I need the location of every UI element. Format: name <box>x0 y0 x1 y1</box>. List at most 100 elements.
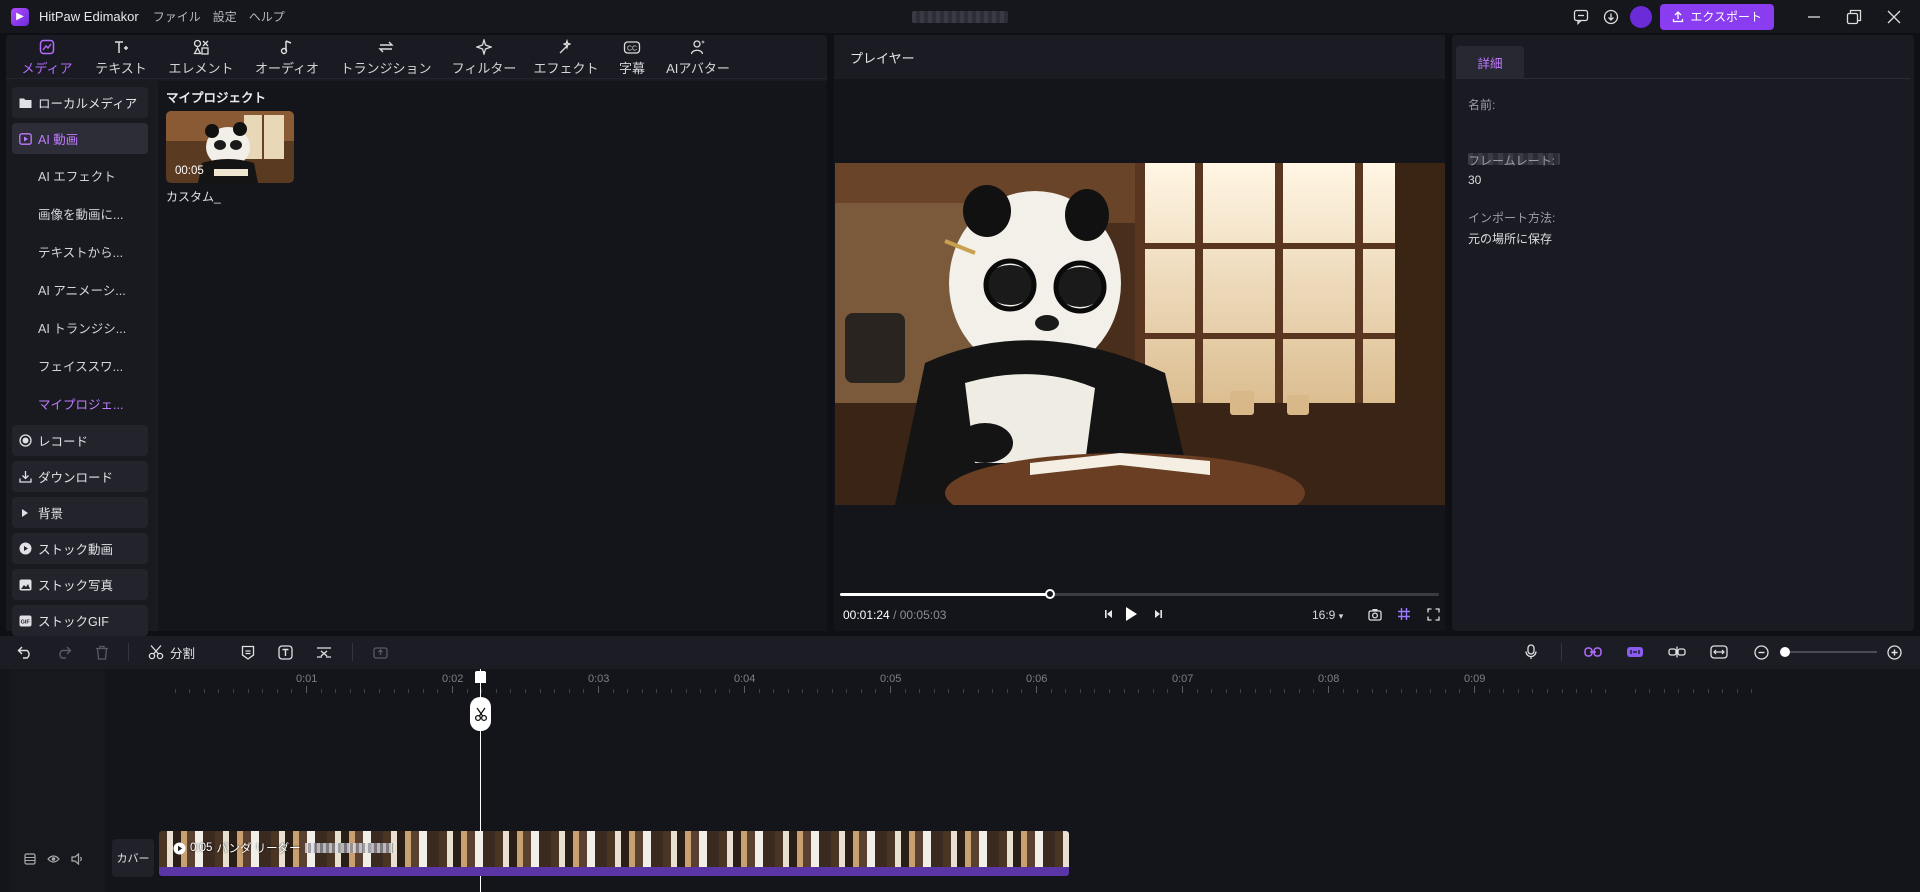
ruler-minor-tick <box>1211 689 1213 693</box>
tab-media[interactable]: メディア <box>10 35 84 79</box>
sidebar-item-my-projects[interactable]: マイプロジェ... <box>12 387 148 420</box>
sidebar-item-local-media[interactable]: ローカルメディア <box>12 87 148 118</box>
sidebar-item-label: レコード <box>38 435 89 449</box>
previous-frame-icon[interactable] <box>1098 603 1120 625</box>
magnet-snap-icon[interactable] <box>1624 641 1646 663</box>
ruler-minor-tick <box>612 689 614 693</box>
ruler-major-tick <box>598 686 599 693</box>
sidebar-item-face-swap[interactable]: フェイススワ... <box>12 349 148 382</box>
export-clip-icon[interactable] <box>369 641 391 663</box>
tab-label: 字幕 <box>618 60 645 76</box>
stock-photo-icon <box>18 578 32 592</box>
fullscreen-icon[interactable] <box>1422 603 1444 625</box>
close-icon[interactable] <box>1874 0 1914 33</box>
zoom-slider[interactable] <box>1785 651 1877 653</box>
ruler-minor-tick <box>656 689 658 693</box>
menu-file[interactable]: ファイル <box>153 8 201 25</box>
timeline[interactable]: 0:01 0:02 0:03 0:04 0:05 0:06 0:07 0:08 0:09 カバー… <box>0 669 1920 892</box>
sidebar-item-stock-gif[interactable]: GIF ストックGIF <box>12 605 148 636</box>
restore-icon[interactable] <box>1834 0 1874 33</box>
add-text-icon[interactable] <box>274 641 296 663</box>
tab-text[interactable]: テキスト <box>84 35 158 79</box>
time-ruler[interactable]: 0:01 0:02 0:03 0:04 0:05 0:06 0:07 0:08 0:09 <box>160 669 1920 693</box>
name-label: 名前: <box>1468 98 1496 112</box>
snapshot-icon[interactable] <box>1364 603 1386 625</box>
framerate-value: 30 <box>1468 173 1482 187</box>
playhead-handle[interactable] <box>475 671 486 683</box>
ruler-minor-tick <box>641 689 643 693</box>
ruler-minor-tick <box>671 689 672 693</box>
menu-settings[interactable]: 設定 <box>213 8 237 25</box>
menu-help[interactable]: ヘルプ <box>249 8 285 25</box>
aspect-ratio-select[interactable]: 16:9 ▾ <box>1312 608 1343 622</box>
playback-progress[interactable] <box>840 589 1439 599</box>
feedback-icon[interactable] <box>1570 6 1592 28</box>
ruler-minor-tick <box>1663 689 1665 693</box>
delete-icon[interactable] <box>91 641 113 663</box>
fit-width-icon[interactable] <box>1708 641 1730 663</box>
zoom-slider-knob[interactable] <box>1780 647 1790 657</box>
ruler-minor-tick <box>218 689 220 693</box>
volume-icon[interactable] <box>71 852 84 870</box>
video-preview[interactable] <box>835 163 1445 505</box>
project-name-redacted <box>912 11 1008 23</box>
sidebar-item-ai-transition[interactable]: AI トランジシ... <box>12 311 148 344</box>
grid-icon[interactable] <box>1393 603 1415 625</box>
player-panel: プレイヤー 00:01:24 / 00:05:03 16:9 ▾ <box>834 35 1445 631</box>
tab-audio[interactable]: オーディオ <box>244 35 330 79</box>
ruler-minor-tick <box>1561 689 1563 693</box>
user-avatar[interactable] <box>1630 5 1653 28</box>
tab-filter[interactable]: フィルター <box>442 35 526 79</box>
sidebar-item-text-to-video[interactable]: テキストから... <box>12 235 148 268</box>
ruler-minor-tick <box>568 689 570 693</box>
sidebar-item-ai-animation[interactable]: AI アニメーシ... <box>12 273 148 306</box>
tab-subtitle[interactable]: CC 字幕 <box>606 35 658 79</box>
play-icon[interactable] <box>1120 603 1142 625</box>
cover-button[interactable]: カバー <box>112 839 154 877</box>
effect-icon <box>556 38 576 56</box>
tab-ai-avatar[interactable]: AIアバター <box>658 35 738 79</box>
sidebar-item-background[interactable]: 背景 <box>12 497 148 528</box>
ruler-minor-tick <box>1386 689 1388 693</box>
sidebar-item-image-to-video[interactable]: 画像を動画に... <box>12 197 148 230</box>
video-clip[interactable]: 0:05 パンダ リーダー <box>159 831 1069 876</box>
ruler-minor-tick <box>510 689 512 693</box>
sidebar-item-label: 背景 <box>38 507 64 521</box>
sidebar-item-record[interactable]: レコード <box>12 425 148 456</box>
undo-icon[interactable] <box>14 641 36 663</box>
trim-icon[interactable] <box>313 641 335 663</box>
tab-element[interactable]: エレメント <box>158 35 244 79</box>
ruler-minor-tick <box>481 689 483 693</box>
sidebar-item-ai-effect[interactable]: AI エフェクト <box>12 159 148 192</box>
sidebar-item-download[interactable]: ダウンロード <box>12 461 148 492</box>
progress-knob[interactable] <box>1044 589 1055 599</box>
media-thumbnail[interactable]: 00:05 <box>166 111 294 183</box>
zoom-in-icon[interactable] <box>1884 641 1904 663</box>
ruler-tick-label: 0:07 <box>1172 673 1194 685</box>
tab-label: トランジション <box>340 60 432 76</box>
ruler-major-tick <box>1036 686 1037 693</box>
ruler-minor-tick <box>1751 689 1753 693</box>
sidebar-item-stock-photo[interactable]: ストック写真 <box>12 569 148 600</box>
microphone-icon[interactable] <box>1520 641 1542 663</box>
zoom-out-icon[interactable] <box>1751 641 1771 663</box>
ruler-minor-tick <box>174 689 176 693</box>
track-lock-icon[interactable] <box>24 852 36 870</box>
playhead-split-handle[interactable] <box>470 697 491 731</box>
visibility-eye-icon[interactable] <box>47 852 60 870</box>
export-button[interactable]: エクスポート <box>1660 3 1774 30</box>
link-icon[interactable] <box>1582 641 1604 663</box>
marker-icon[interactable] <box>237 641 259 663</box>
split-button[interactable]: 分割 <box>148 641 195 663</box>
download-progress-icon[interactable] <box>1600 6 1622 28</box>
minimize-icon[interactable] <box>1794 0 1834 33</box>
sidebar-item-ai-video[interactable]: AI 動画 <box>12 123 148 154</box>
tab-transition[interactable]: トランジション <box>330 35 442 79</box>
framerate-label: フレームレート: <box>1468 154 1555 168</box>
tab-details[interactable]: 詳細 <box>1456 46 1524 78</box>
next-frame-icon[interactable] <box>1147 603 1169 625</box>
detach-icon[interactable] <box>1666 641 1688 663</box>
tab-effect[interactable]: エフェクト <box>526 35 606 79</box>
redo-icon[interactable] <box>53 641 75 663</box>
sidebar-item-stock-video[interactable]: ストック動画 <box>12 533 148 564</box>
